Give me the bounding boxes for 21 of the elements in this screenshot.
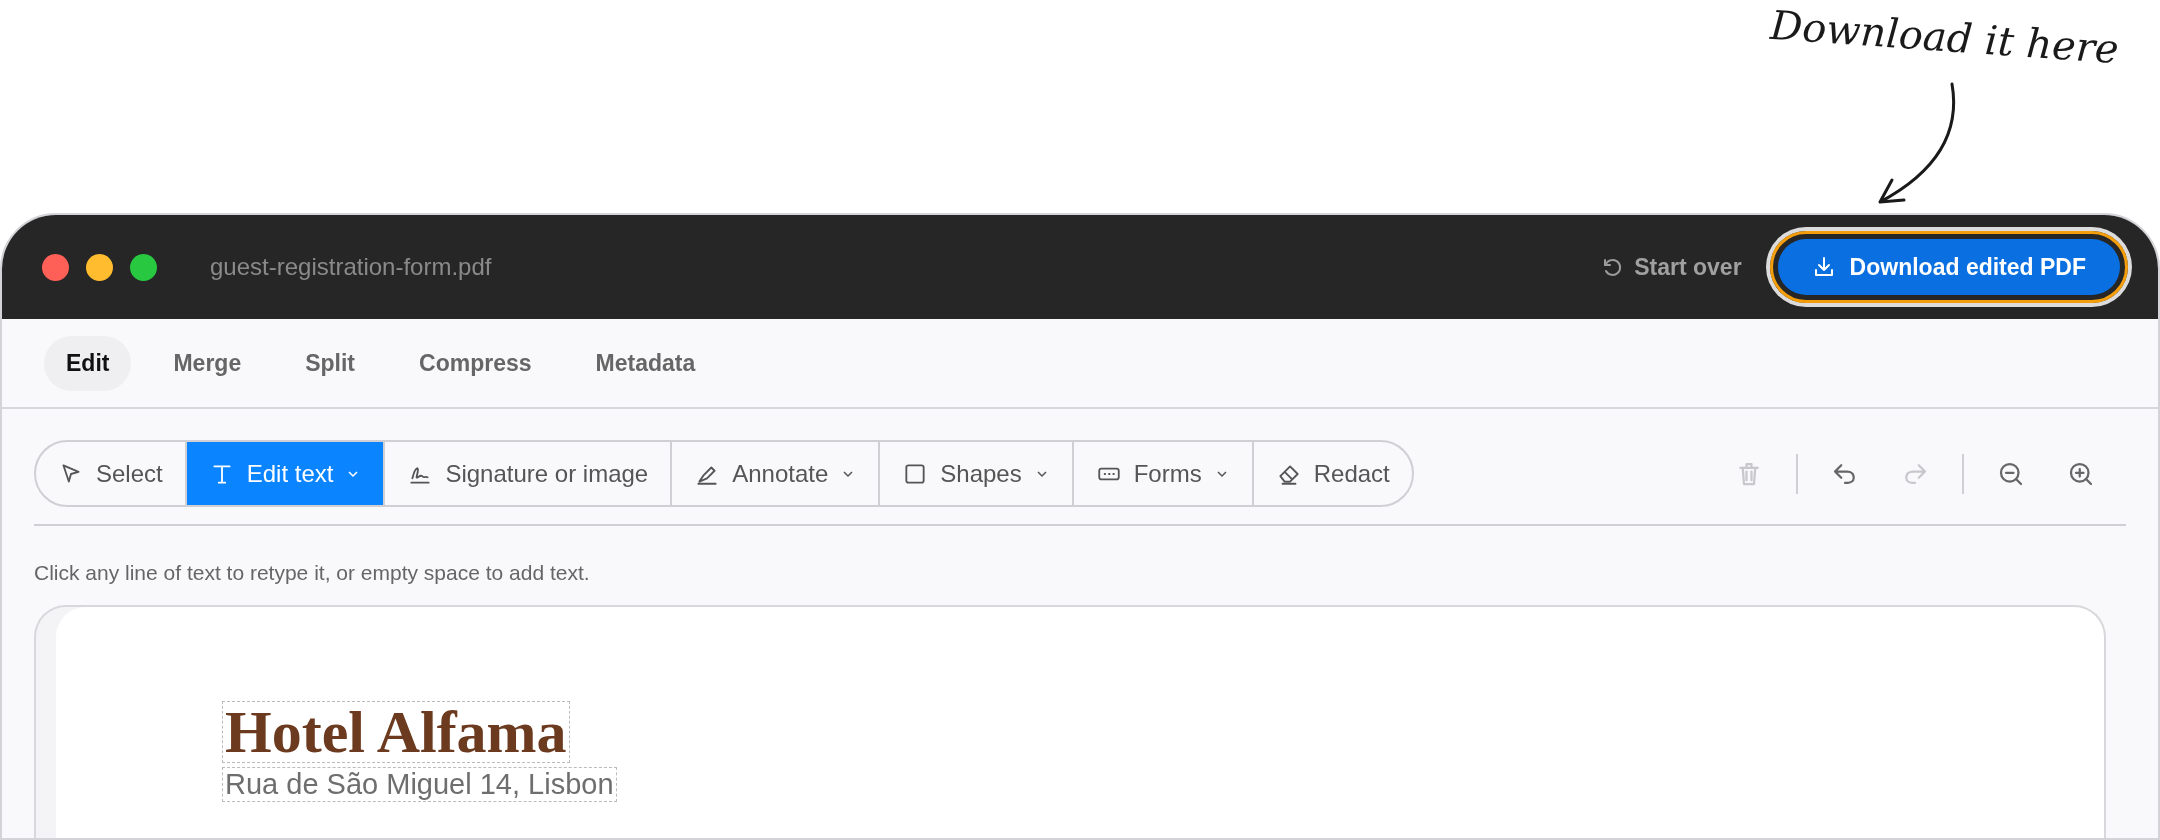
annotation-text: Download it here (1768, 1, 2121, 73)
document-address[interactable]: Rua de São Miguel 14, Lisbon (222, 767, 617, 802)
tool-button[interactable]: Signature or image (385, 442, 673, 505)
minimize-icon[interactable] (86, 253, 113, 281)
hint-text: Click any line of text to retype it, or empty space to add text. (34, 561, 591, 585)
tool-button[interactable]: Annotate (672, 442, 881, 505)
tab[interactable]: Compress (397, 335, 554, 391)
maximize-icon[interactable] (130, 253, 157, 281)
download-button[interactable]: Download edited PDF (1777, 239, 2120, 295)
tool-button[interactable]: Edit text (186, 442, 386, 505)
tab[interactable]: Merge (151, 335, 264, 391)
window-title: guest-registration-form.pdf (210, 253, 492, 281)
tab[interactable]: Split (283, 335, 378, 391)
document-title[interactable]: Hotel Alfama (222, 701, 570, 763)
tool-button[interactable]: Redact (1253, 442, 1412, 505)
tab[interactable]: Metadata (573, 335, 718, 391)
tool-button[interactable]: Forms (1073, 442, 1254, 505)
tool-button[interactable]: Shapes (880, 442, 1074, 505)
start-over-button[interactable]: Start over (1594, 252, 1748, 282)
close-icon[interactable] (42, 253, 69, 281)
tab[interactable]: Edit (44, 335, 132, 391)
